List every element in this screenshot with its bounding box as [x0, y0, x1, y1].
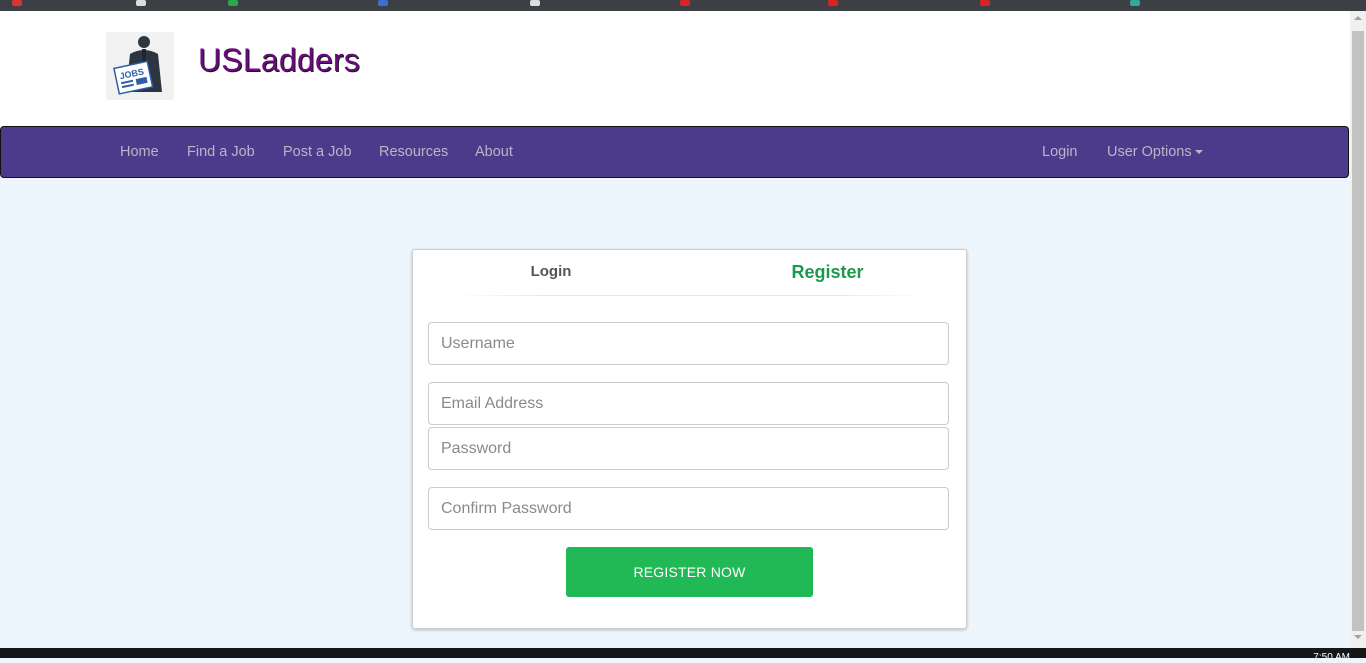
- nav-user-options-dropdown[interactable]: User Options: [1107, 127, 1203, 177]
- bookmark-icon[interactable]: [228, 0, 238, 6]
- os-taskbar: [0, 648, 1366, 658]
- tab-register[interactable]: Register: [689, 250, 966, 296]
- tab-divider: [453, 295, 926, 296]
- nav-resources[interactable]: Resources: [379, 127, 448, 177]
- nav-about[interactable]: About: [475, 127, 513, 177]
- bookmark-icon[interactable]: [530, 0, 540, 6]
- bookmark-icon[interactable]: [680, 0, 690, 6]
- username-input[interactable]: [428, 322, 949, 365]
- register-now-button[interactable]: REGISTER NOW: [566, 547, 813, 597]
- scroll-down-arrow-icon[interactable]: [1354, 635, 1362, 639]
- nav-post-a-job[interactable]: Post a Job: [283, 127, 352, 177]
- nav-find-a-job[interactable]: Find a Job: [187, 127, 255, 177]
- bookmark-icon[interactable]: [136, 0, 146, 6]
- scroll-thumb[interactable]: [1352, 31, 1364, 631]
- confirm-password-input[interactable]: [428, 487, 949, 530]
- bookmark-icon[interactable]: [1130, 0, 1140, 6]
- user-options-label: User Options: [1107, 144, 1192, 160]
- password-input[interactable]: [428, 427, 949, 470]
- logo-graphic: JOBS: [106, 32, 174, 100]
- jobs-newspaper-man-icon[interactable]: JOBS: [106, 32, 174, 100]
- main-navbar: Home Find a Job Post a Job Resources Abo…: [0, 126, 1349, 178]
- caret-down-icon: [1194, 150, 1203, 155]
- bookmark-icon[interactable]: [378, 0, 388, 6]
- bookmark-icon[interactable]: [828, 0, 838, 6]
- page-scrollbar[interactable]: [1350, 11, 1366, 648]
- brand-title[interactable]: USLadders: [198, 42, 360, 79]
- bookmark-icon[interactable]: [980, 0, 990, 6]
- nav-login[interactable]: Login: [1042, 127, 1077, 177]
- auth-card: Login Register REGISTER NOW: [412, 249, 967, 629]
- site-header: JOBS USLadders: [0, 11, 1350, 126]
- bookmark-icon[interactable]: [12, 0, 22, 6]
- email-input[interactable]: [428, 382, 949, 425]
- scroll-up-arrow-icon[interactable]: [1354, 16, 1362, 20]
- nav-home[interactable]: Home: [120, 127, 159, 177]
- tab-login[interactable]: Login: [413, 250, 689, 296]
